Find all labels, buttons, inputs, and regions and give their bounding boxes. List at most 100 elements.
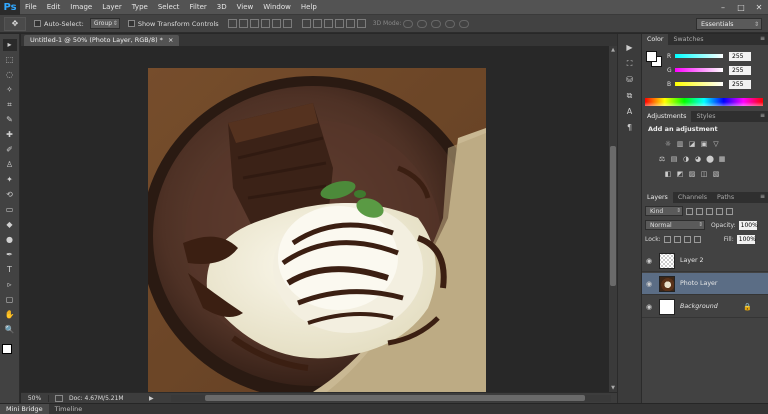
layer-row-layer-2[interactable]: ◉ Layer 2 (642, 250, 768, 272)
color-spectrum[interactable] (645, 98, 763, 106)
show-transform-checkbox[interactable] (127, 20, 135, 27)
lock-transparent-icon[interactable] (663, 236, 671, 243)
gradient-map-icon[interactable]: ◫ (700, 170, 708, 178)
tab-channels[interactable]: Channels (673, 192, 712, 203)
minimize-button[interactable]: – (714, 0, 732, 15)
align-top-icon[interactable] (227, 19, 237, 28)
document-tab-close-icon[interactable]: × (168, 36, 173, 44)
hand-tool-icon[interactable]: ✋ (3, 309, 17, 321)
eyedropper-tool-icon[interactable]: ✎ (3, 114, 17, 126)
black-white-icon[interactable]: ◑ (682, 155, 690, 163)
distribute-left-icon[interactable] (334, 19, 344, 28)
pan-3d-icon[interactable] (431, 19, 442, 28)
visibility-eye-icon[interactable]: ◉ (642, 303, 656, 311)
clone-stamp-tool-icon[interactable]: ♙ (3, 159, 17, 171)
move-tool-icon[interactable]: ▸ (2, 39, 17, 51)
align-left-icon[interactable] (260, 19, 270, 28)
history-panel-icon[interactable]: ▶ (623, 42, 636, 53)
actions-panel-icon[interactable]: ⛶ (623, 58, 636, 69)
distribute-right-icon[interactable] (356, 19, 366, 28)
path-select-tool-icon[interactable]: ▹ (3, 279, 17, 291)
marquee-tool-icon[interactable]: ⬚ (3, 54, 17, 66)
menu-image[interactable]: Image (65, 0, 97, 15)
tab-swatches[interactable]: Swatches (668, 34, 708, 45)
vertical-scroll-thumb[interactable] (610, 146, 616, 286)
document-tab[interactable]: Untitled-1 @ 50% (Photo Layer, RGB/8) * … (24, 35, 180, 46)
color-lookup-icon[interactable]: ▦ (718, 155, 726, 163)
layer-name[interactable]: Photo Layer (680, 280, 718, 287)
lock-position-icon[interactable] (683, 236, 691, 243)
blue-slider[interactable] (675, 82, 723, 86)
status-menu-arrow-icon[interactable]: ▶ (149, 395, 154, 402)
menu-3d[interactable]: 3D (212, 0, 232, 15)
align-bottom-icon[interactable] (249, 19, 259, 28)
quick-select-tool-icon[interactable]: ✧ (3, 84, 17, 96)
align-hcenter-icon[interactable] (271, 19, 281, 28)
filter-pixel-icon[interactable] (686, 207, 693, 215)
type-tool-icon[interactable]: T (3, 264, 17, 276)
character-panel-icon[interactable]: A (623, 106, 636, 117)
filter-adjustment-icon[interactable] (696, 207, 703, 215)
filter-shape-icon[interactable] (716, 207, 723, 215)
layer-kind-filter[interactable]: Kind (645, 206, 683, 216)
threshold-icon[interactable]: ▨ (688, 170, 696, 178)
distribute-vcenter-icon[interactable] (312, 19, 322, 28)
blue-value-input[interactable]: 255 (729, 79, 751, 89)
menu-filter[interactable]: Filter (184, 0, 211, 15)
vertical-scrollbar[interactable]: ▲ ▼ (609, 46, 617, 392)
scale-3d-icon[interactable] (459, 19, 470, 28)
blur-tool-icon[interactable]: ◆ (3, 219, 17, 231)
tab-color[interactable]: Color (642, 34, 669, 45)
roll-3d-icon[interactable] (417, 19, 428, 28)
zoom-level[interactable]: 50% (21, 394, 49, 402)
invert-icon[interactable]: ◧ (664, 170, 672, 178)
distribute-hcenter-icon[interactable] (345, 19, 355, 28)
pen-tool-icon[interactable]: ✒ (3, 249, 17, 261)
red-slider[interactable] (675, 54, 723, 58)
horizontal-scrollbar[interactable] (171, 395, 611, 402)
crop-tool-icon[interactable]: ⌗ (3, 99, 17, 111)
info-panel-icon[interactable]: ⧉ (623, 90, 636, 101)
properties-panel-icon[interactable]: ⛁ (623, 74, 636, 85)
menu-view[interactable]: View (232, 0, 259, 15)
history-brush-tool-icon[interactable]: ✦ (3, 174, 17, 186)
blend-mode-dropdown[interactable]: Normal (645, 220, 705, 230)
selective-color-icon[interactable]: ▧ (712, 170, 720, 178)
orbit-3d-icon[interactable] (403, 19, 414, 28)
auto-select-dropdown[interactable]: Group (89, 18, 120, 29)
layers-panel-menu-icon[interactable]: ≡ (760, 193, 765, 200)
fill-input[interactable]: 100% (736, 235, 756, 244)
close-button[interactable]: ✕ (750, 0, 768, 15)
tab-styles[interactable]: Styles (691, 111, 720, 122)
green-slider[interactable] (675, 68, 723, 72)
lasso-tool-icon[interactable]: ◌ (3, 69, 17, 81)
red-value-input[interactable]: 255 (729, 51, 751, 61)
tab-layers[interactable]: Layers (642, 192, 673, 203)
green-value-input[interactable]: 255 (729, 65, 751, 75)
status-info-icon[interactable] (55, 394, 63, 402)
menu-layer[interactable]: Layer (97, 0, 127, 15)
tab-paths[interactable]: Paths (712, 192, 739, 203)
menu-window[interactable]: Window (258, 0, 296, 15)
tool-preset-picker[interactable]: ✥ (4, 16, 26, 31)
tab-mini-bridge[interactable]: Mini Bridge (0, 404, 49, 414)
foreground-background-colors[interactable] (1, 344, 18, 360)
channel-mixer-icon[interactable]: ⬤ (706, 155, 714, 163)
hue-saturation-icon[interactable]: ⚖ (658, 155, 666, 163)
menu-edit[interactable]: Edit (42, 0, 66, 15)
layer-row-background[interactable]: ◉ Background 🔒 (642, 296, 768, 318)
layer-row-photo-layer[interactable]: ◉ Photo Layer (642, 273, 768, 295)
paragraph-panel-icon[interactable]: ¶ (623, 122, 636, 133)
menu-file[interactable]: File (20, 0, 42, 15)
workspace-dropdown[interactable]: Essentials (696, 18, 762, 30)
lock-image-icon[interactable] (673, 236, 681, 243)
visibility-eye-icon[interactable]: ◉ (642, 257, 656, 265)
posterize-icon[interactable]: ◩ (676, 170, 684, 178)
eraser-tool-icon[interactable]: ⟲ (3, 189, 17, 201)
horizontal-scroll-thumb[interactable] (205, 395, 585, 401)
vibrance-icon[interactable]: ▽ (712, 140, 720, 148)
maximize-button[interactable]: □ (732, 0, 750, 15)
filter-type-icon[interactable] (706, 207, 713, 215)
slide-3d-icon[interactable] (445, 19, 456, 28)
distribute-bottom-icon[interactable] (323, 19, 333, 28)
